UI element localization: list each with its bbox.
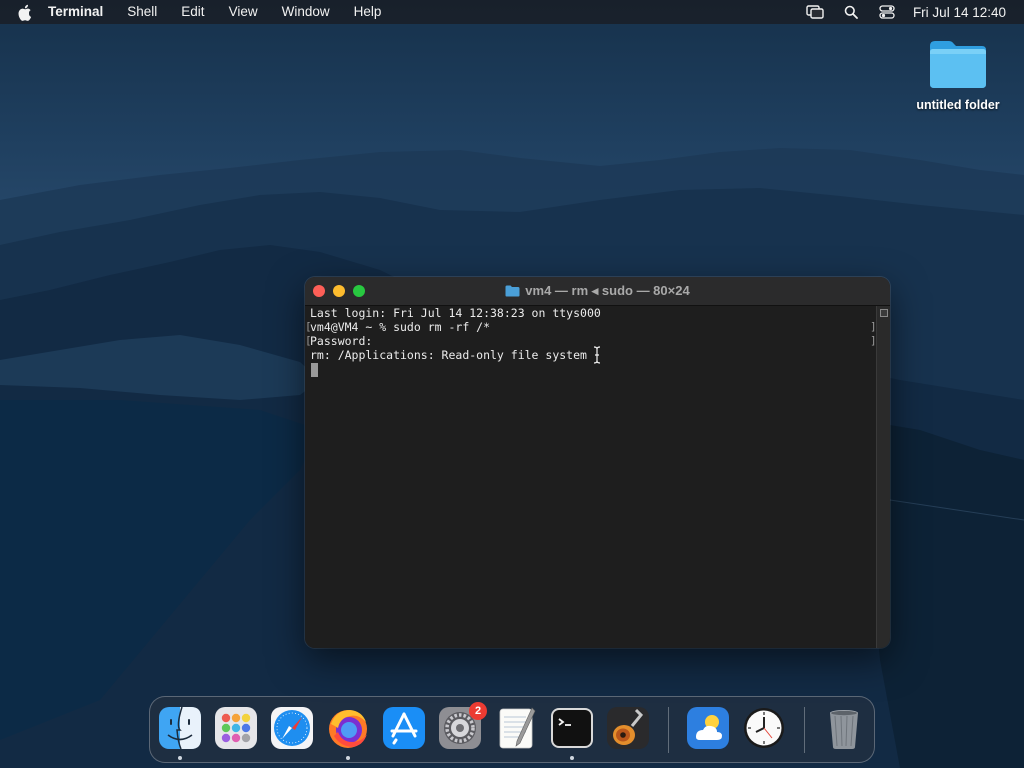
finder-icon[interactable] bbox=[158, 706, 202, 750]
dock-separator bbox=[804, 707, 805, 753]
menu-edit[interactable]: Edit bbox=[169, 0, 216, 24]
menu-bar: Terminal Shell Edit View Window Help Fri… bbox=[0, 0, 1024, 24]
screen-mirroring-icon[interactable] bbox=[805, 4, 825, 20]
dock-separator bbox=[668, 707, 669, 753]
safari-icon[interactable] bbox=[270, 706, 314, 750]
terminal-line: Last login: Fri Jul 14 12:38:23 on ttys0… bbox=[310, 306, 601, 320]
control-center-icon[interactable] bbox=[877, 4, 897, 20]
terminal-titlebar[interactable]: vm4 — rm ◂ sudo — 80×24 bbox=[305, 277, 890, 306]
scrollbar-handle[interactable] bbox=[880, 309, 888, 317]
terminal-output[interactable]: Last login: Fri Jul 14 12:38:23 on ttys0… bbox=[305, 306, 877, 648]
terminal-line: rm: /Applications: Read-only file system bbox=[310, 348, 587, 362]
folder-icon bbox=[505, 285, 520, 297]
textedit-icon[interactable] bbox=[494, 706, 538, 750]
desktop-folder[interactable]: untitled folder bbox=[908, 38, 1008, 112]
dock: 2 bbox=[149, 696, 875, 763]
clock-icon[interactable] bbox=[742, 706, 786, 750]
menu-help[interactable]: Help bbox=[342, 0, 394, 24]
apple-icon[interactable] bbox=[18, 4, 34, 21]
text-cursor bbox=[311, 363, 318, 377]
terminal-line: vm4@VM4 ~ % sudo rm -rf /* bbox=[310, 320, 491, 334]
menu-clock[interactable]: Fri Jul 14 12:40 bbox=[905, 5, 1024, 20]
terminal-window[interactable]: vm4 — rm ◂ sudo — 80×24 Last login: Fri … bbox=[305, 277, 890, 648]
search-icon[interactable] bbox=[841, 4, 861, 20]
launchpad-icon[interactable] bbox=[214, 706, 258, 750]
window-title-text: vm4 — rm ◂ sudo — 80×24 bbox=[525, 283, 690, 298]
menu-window[interactable]: Window bbox=[270, 0, 342, 24]
garageband-icon[interactable] bbox=[606, 706, 650, 750]
menu-view[interactable]: View bbox=[217, 0, 270, 24]
desktop-folder-label: untitled folder bbox=[916, 98, 1000, 112]
scrollbar[interactable] bbox=[876, 306, 890, 648]
running-indicator bbox=[178, 756, 182, 760]
menu-app-terminal[interactable]: Terminal bbox=[34, 0, 115, 24]
ibeam-cursor-icon bbox=[593, 346, 601, 364]
terminal-line: Password: bbox=[310, 334, 373, 348]
menu-shell[interactable]: Shell bbox=[115, 0, 169, 24]
firefox-icon[interactable] bbox=[326, 706, 370, 750]
window-title: vm4 — rm ◂ sudo — 80×24 bbox=[305, 277, 890, 305]
trash-icon[interactable] bbox=[822, 706, 866, 750]
notification-badge: 2 bbox=[469, 702, 487, 720]
running-indicator bbox=[346, 756, 350, 760]
running-indicator bbox=[570, 756, 574, 760]
folder-icon bbox=[930, 41, 986, 88]
terminal-icon[interactable] bbox=[550, 706, 594, 750]
weather-icon[interactable] bbox=[686, 706, 730, 750]
app-store-icon[interactable] bbox=[382, 706, 426, 750]
